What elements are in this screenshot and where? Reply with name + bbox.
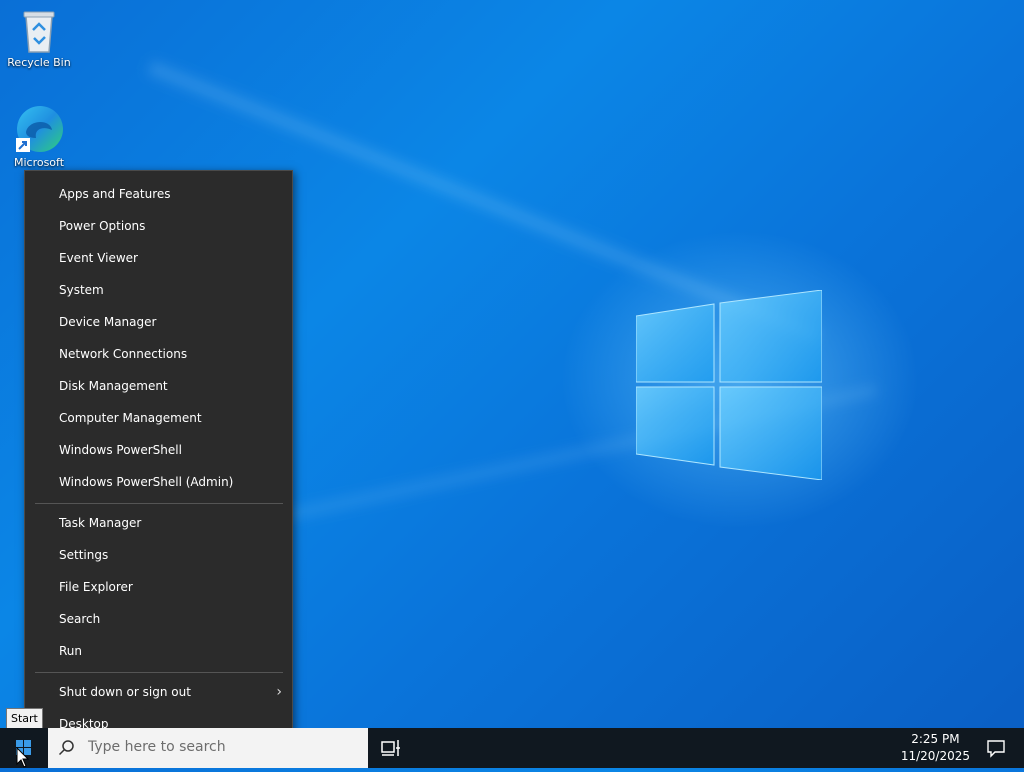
- taskbar-search-box[interactable]: Type here to search: [48, 728, 368, 768]
- menu-item-computer-management[interactable]: Computer Management: [25, 402, 292, 434]
- winx-context-menu: Apps and Features Power Options Event Vi…: [24, 170, 293, 748]
- edge-icon: [16, 106, 63, 152]
- task-view-button[interactable]: [378, 736, 404, 760]
- action-center-button[interactable]: [986, 738, 1006, 758]
- menu-item-network-connections[interactable]: Network Connections: [25, 338, 292, 370]
- search-icon: [58, 740, 74, 756]
- recycle-bin-icon: [23, 11, 55, 53]
- menu-item-device-manager[interactable]: Device Manager: [25, 306, 292, 338]
- menu-item-run[interactable]: Run: [25, 635, 292, 667]
- taskbar: Type here to search 2:25 PM 11/20/2025: [0, 728, 1024, 768]
- menu-item-event-viewer[interactable]: Event Viewer: [25, 242, 292, 274]
- menu-item-windows-powershell-admin[interactable]: Windows PowerShell (Admin): [25, 466, 292, 498]
- menu-item-system[interactable]: System: [25, 274, 292, 306]
- windows-logo: [636, 290, 822, 480]
- menu-item-apps-and-features[interactable]: Apps and Features: [25, 178, 292, 210]
- clock-date: 11/20/2025: [900, 749, 970, 763]
- clock-time: 2:25 PM: [911, 732, 960, 746]
- menu-item-power-options[interactable]: Power Options: [25, 210, 292, 242]
- menu-item-task-manager[interactable]: Task Manager: [25, 507, 292, 539]
- menu-item-file-explorer[interactable]: File Explorer: [25, 571, 292, 603]
- desktop-icon-edge[interactable]: Microsoft: [1, 104, 77, 169]
- menu-item-shut-down-or-sign-out[interactable]: Shut down or sign out ›: [25, 676, 292, 708]
- mouse-cursor-icon: [16, 747, 30, 768]
- menu-item-windows-powershell[interactable]: Windows PowerShell: [25, 434, 292, 466]
- task-view-icon: [381, 740, 400, 756]
- notification-icon: [987, 740, 1005, 758]
- menu-item-disk-management[interactable]: Disk Management: [25, 370, 292, 402]
- menu-separator: [35, 672, 283, 673]
- system-clock[interactable]: 2:25 PM 11/20/2025: [901, 731, 970, 765]
- start-tooltip: Start: [6, 708, 43, 729]
- desktop-icon-recycle-bin[interactable]: Recycle Bin: [1, 8, 77, 69]
- desktop-icon-label: Microsoft: [13, 156, 65, 169]
- chevron-right-icon: ›: [276, 684, 282, 700]
- desktop-icon-label: Recycle Bin: [7, 56, 71, 69]
- menu-item-settings[interactable]: Settings: [25, 539, 292, 571]
- menu-item-label: Shut down or sign out: [59, 685, 191, 699]
- search-placeholder: Type here to search: [88, 739, 226, 755]
- menu-separator: [35, 503, 283, 504]
- menu-item-search[interactable]: Search: [25, 603, 292, 635]
